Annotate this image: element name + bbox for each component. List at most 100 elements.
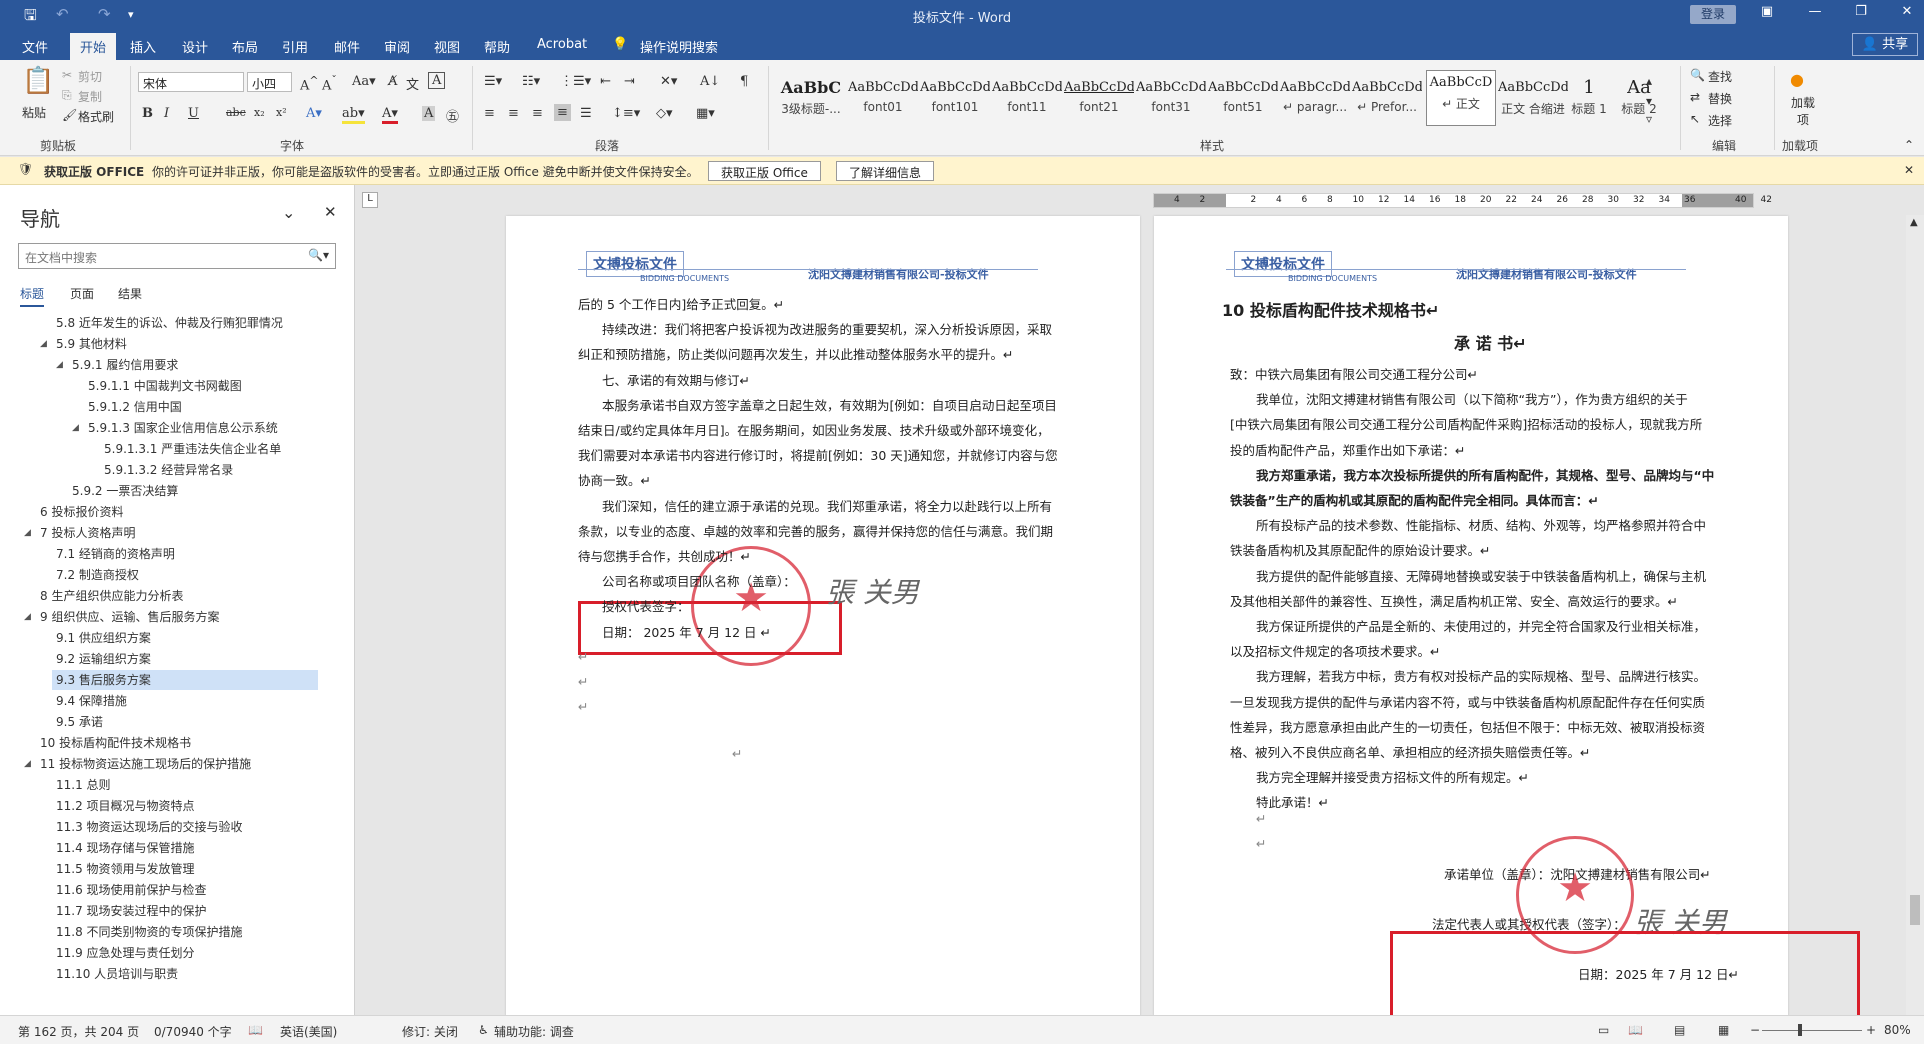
tab-mailings[interactable]: 邮件 <box>334 37 360 56</box>
scroll-up-icon[interactable]: ▲ <box>1910 217 1918 228</box>
superscript-icon[interactable]: x² <box>276 106 287 119</box>
zoom-level[interactable]: 80% <box>1884 1023 1911 1037</box>
styles-more-icon[interactable]: ▿ <box>1646 112 1652 126</box>
italic-icon[interactable]: I <box>164 106 169 121</box>
change-case-icon[interactable]: Aa▾ <box>352 74 376 89</box>
style-7[interactable]: AaBbCcDd ↵ paragr... <box>1280 76 1350 120</box>
char-shading-icon[interactable]: A <box>422 106 436 121</box>
restore-icon[interactable]: ❐ <box>1846 4 1876 26</box>
heading-tree-item[interactable]: 9.5 承诺 <box>52 712 103 732</box>
heading-tree-item[interactable]: 9.1 供应组织方案 <box>52 628 151 648</box>
learn-more-button[interactable]: 了解详细信息 <box>836 161 935 181</box>
nav-tab-results[interactable]: 结果 <box>118 285 142 302</box>
heading-tree-item[interactable]: 5.9 其他材料 <box>52 334 127 354</box>
font-color-icon[interactable]: A▾ <box>382 106 398 124</box>
heading-tree-item[interactable]: 5.8 近年发生的诉讼、仲裁及行贿犯罪情况 <box>52 313 283 333</box>
collapse-triangle-icon[interactable]: ◢ <box>56 360 63 370</box>
styles-scroll-down-icon[interactable]: ▾ <box>1646 94 1652 108</box>
subscript-icon[interactable]: x₂ <box>254 106 265 119</box>
justify-icon[interactable]: ≡ <box>554 104 571 121</box>
heading-tree-item[interactable]: 11.2 项目概况与物资特点 <box>52 796 195 816</box>
copy-button[interactable]: 复制 <box>78 88 102 105</box>
tab-layout[interactable]: 布局 <box>232 37 258 56</box>
heading-tree-item[interactable]: 7.1 经销商的资格声明 <box>52 544 175 564</box>
language[interactable]: 英语(美国) <box>280 1023 337 1040</box>
bold-icon[interactable]: B <box>142 106 153 121</box>
enclose-char-icon[interactable]: ㊄ <box>446 106 459 125</box>
collapse-triangle-icon[interactable]: ◢ <box>72 423 79 433</box>
tab-design[interactable]: 设计 <box>182 37 208 56</box>
heading-tree-item[interactable]: 7 投标人资格声明 <box>36 523 135 543</box>
collapse-ribbon-icon[interactable]: ⌃ <box>1904 138 1914 152</box>
heading-tree-item[interactable]: 11.9 应急处理与责任划分 <box>52 943 195 963</box>
word-count[interactable]: 0/70940 个字 <box>154 1023 232 1040</box>
accessibility[interactable]: 辅助功能: 调查 <box>494 1023 574 1040</box>
minimize-icon[interactable]: — <box>1800 4 1830 26</box>
select-button[interactable]: 选择 <box>1708 112 1732 129</box>
distributed-icon[interactable]: ☰ <box>580 106 592 121</box>
align-right-icon[interactable]: ≡ <box>532 106 543 121</box>
read-mode-icon[interactable]: 📖 <box>1628 1023 1643 1037</box>
heading-tree-item[interactable]: 10 投标盾构配件技术规格书 <box>36 733 191 753</box>
clear-format-icon[interactable]: A̸ <box>388 74 397 89</box>
heading-tree-item[interactable]: 9.4 保障措施 <box>52 691 127 711</box>
numbering-icon[interactable]: ☷▾ <box>522 74 540 89</box>
heading-tree-item[interactable]: 5.9.1.3 国家企业信用信息公示系统 <box>84 418 278 438</box>
style-4[interactable]: AaBbCcDd font21 <box>1064 76 1134 120</box>
nav-search-input[interactable]: 在文档中搜索 <box>18 243 336 269</box>
tab-help[interactable]: 帮助 <box>484 37 510 56</box>
document-page-right[interactable]: 文搏投标文件 BIDDING DOCUMENTS 沈阳文搏建材销售有限公司-投标… <box>1154 216 1860 1023</box>
increase-indent-icon[interactable]: ⇥ <box>624 74 635 89</box>
zoom-slider-thumb[interactable] <box>1798 1024 1802 1036</box>
proofing-icon[interactable]: 📖 <box>248 1023 263 1037</box>
addins-button[interactable]: 加载项 <box>1788 94 1818 128</box>
print-layout-icon[interactable]: ▤ <box>1674 1023 1685 1037</box>
select-icon[interactable]: ↖ <box>1690 112 1700 126</box>
style-12[interactable]: Aa 标题 2 <box>1616 76 1662 120</box>
style-10[interactable]: AaBbCcDd 正文 合缩进 <box>1498 76 1568 120</box>
cut-button[interactable]: 剪切 <box>78 68 102 85</box>
search-icon[interactable]: 🔍▾ <box>308 248 329 262</box>
scroll-thumb[interactable] <box>1910 895 1920 925</box>
heading-tree-item[interactable]: 5.9.1 履约信用要求 <box>68 355 178 375</box>
style-8[interactable]: AaBbCcDd ↵ Prefor... <box>1352 76 1422 120</box>
style-11[interactable]: 1 标题 1 <box>1566 76 1612 120</box>
login-button[interactable]: 登录 <box>1690 5 1736 24</box>
show-marks-icon[interactable]: ¶ <box>740 74 748 89</box>
format-painter-button[interactable]: 格式刷 <box>78 108 114 125</box>
underline-icon[interactable]: U <box>188 106 199 121</box>
heading-tree-item[interactable]: 5.9.1.3.2 经营异常名录 <box>100 460 233 480</box>
ribbon-display-icon[interactable]: ▣ <box>1752 4 1782 26</box>
heading-tree-item[interactable]: 8 生产组织供应能力分析表 <box>36 586 183 606</box>
shading-icon[interactable]: ◇▾ <box>656 106 673 121</box>
collapse-triangle-icon[interactable]: ◢ <box>24 612 31 622</box>
text-effects-icon[interactable]: A▾ <box>306 106 322 121</box>
align-center-icon[interactable]: ≡ <box>508 106 519 121</box>
web-layout-icon[interactable]: ▦ <box>1718 1023 1729 1037</box>
font-name-select[interactable]: 宋体 <box>138 72 244 92</box>
borders-icon[interactable]: ▦▾ <box>696 106 715 121</box>
style-5[interactable]: AaBbCcDdI font31 <box>1136 76 1206 120</box>
heading-tree-item[interactable]: 5.9.1.1 中国裁判文书网截图 <box>84 376 242 396</box>
addins-icon[interactable]: ● <box>1790 70 1804 89</box>
align-left-icon[interactable]: ≡ <box>484 106 495 121</box>
document-page-left[interactable]: 文搏投标文件 BIDDING DOCUMENTS 沈阳文搏建材销售有限公司-投标… <box>506 216 1140 1016</box>
highlight-icon[interactable]: ab▾ <box>342 106 365 124</box>
char-border-icon[interactable]: A <box>428 72 446 89</box>
style-3[interactable]: AaBbCcDdI font11 <box>992 76 1062 120</box>
heading-tree-item[interactable]: 11.7 现场安装过程中的保护 <box>52 901 207 921</box>
grow-font-icon[interactable]: A^ <box>300 74 318 93</box>
tab-home[interactable]: 开始 <box>70 33 117 60</box>
heading-tree-item[interactable]: 11.4 现场存储与保管措施 <box>52 838 195 858</box>
style-2[interactable]: AaBbCcDdI font101 <box>920 76 990 120</box>
decrease-indent-icon[interactable]: ⇤ <box>600 74 611 89</box>
font-size-select[interactable]: 小四 <box>247 72 292 92</box>
tab-review[interactable]: 审阅 <box>384 37 410 56</box>
style-0[interactable]: AaBbC 3级标题-... <box>776 76 846 120</box>
styles-scroll-up-icon[interactable]: ▴ <box>1646 74 1652 88</box>
copy-icon[interactable]: ⎘ <box>62 88 72 103</box>
nav-close-icon[interactable]: ✕ <box>324 203 337 221</box>
nav-tab-pages[interactable]: 页面 <box>70 285 94 302</box>
cut-icon[interactable]: ✂ <box>62 68 72 82</box>
nav-options-icon[interactable]: ⌄ <box>282 203 295 222</box>
